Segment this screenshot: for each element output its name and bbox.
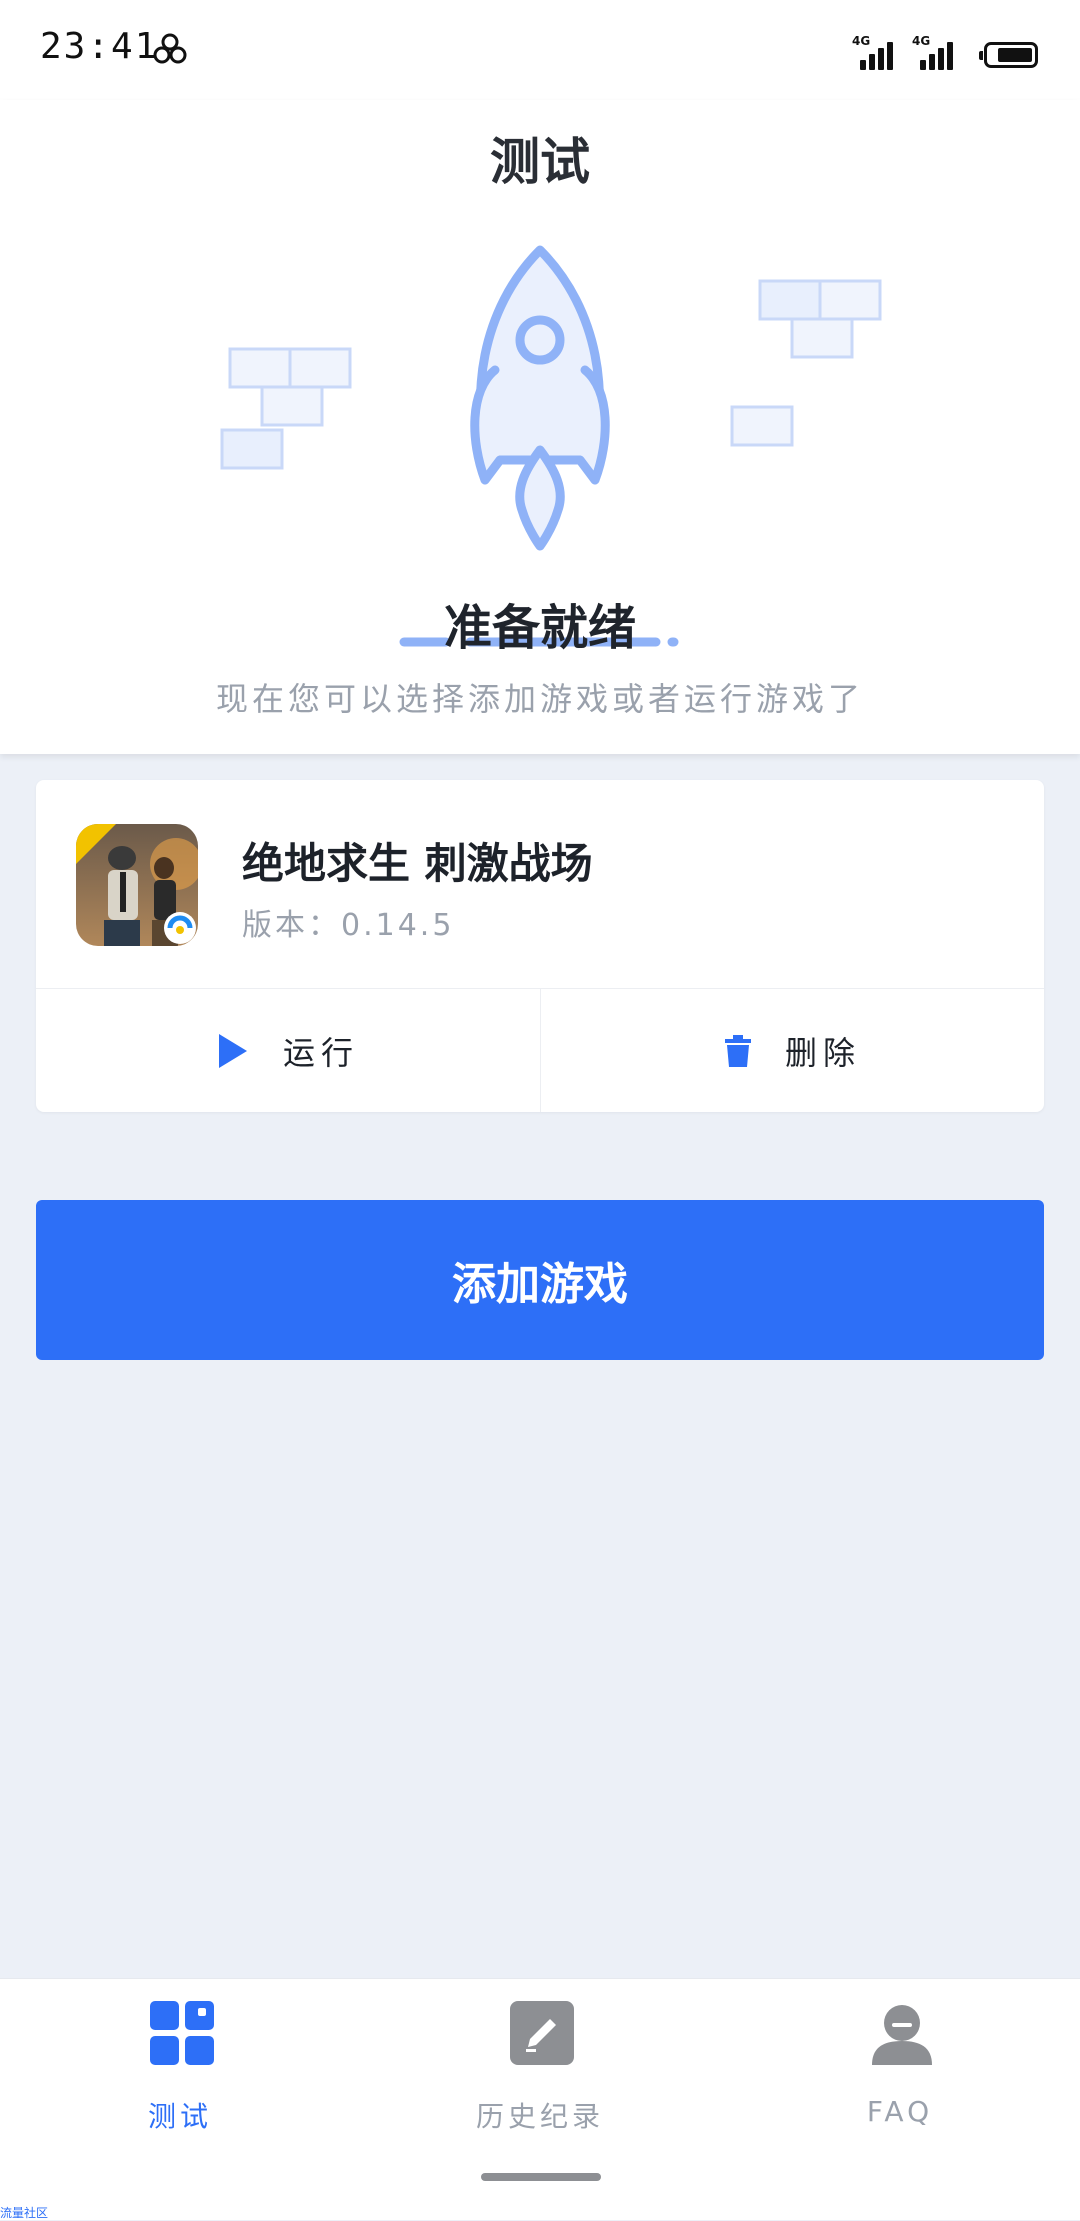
battery-icon (979, 42, 1038, 68)
ready-subtitle: 现在您可以选择添加游戏或者运行游戏了 (215, 680, 864, 718)
nav-tab-history[interactable]: 历史纪录 (440, 2001, 640, 2133)
edit-icon (510, 2001, 574, 2065)
watermark: 流量社区 (0, 2206, 49, 2220)
status-indicators: 4G 4G (852, 30, 1038, 70)
status-time: 23:41 (40, 26, 159, 67)
page-title: 测试 (490, 133, 590, 191)
header-panel: 测试 准备就绪 现在您可以选择添加游戏或者运行游戏了 (0, 100, 1080, 754)
nav-label-test: 测试 (147, 2100, 212, 2133)
game-app-icon[interactable] (76, 824, 198, 946)
status-bar: 23:41 4G 4G (0, 0, 1080, 100)
game-name: 绝地求生 刺激战场 (242, 839, 593, 888)
nav-label-faq: FAQ (866, 2095, 934, 2128)
user-icon (872, 2005, 932, 2065)
run-button[interactable]: 运行 (36, 989, 540, 1112)
nav-tab-test[interactable]: 测试 (80, 2001, 280, 2133)
delete-label: 删除 (784, 1033, 861, 1072)
run-label: 运行 (282, 1033, 359, 1072)
signal-icon: 4G (852, 34, 898, 70)
nav-label-history: 历史纪录 (475, 2100, 604, 2133)
ready-title: 准备就绪 (443, 600, 636, 656)
bottom-nav: 测试 历史纪录 FAQ (0, 1978, 1080, 2220)
game-card: 绝地求生 刺激战场 版本：0.14.5 运行 删除 (36, 780, 1044, 1112)
game-version: 版本：0.14.5 (242, 908, 455, 943)
trash-icon (724, 1034, 751, 1067)
home-indicator[interactable] (481, 2173, 601, 2181)
signal-icon: 4G (912, 34, 958, 70)
grid-icon (150, 2001, 214, 2065)
nav-tab-faq[interactable]: FAQ (800, 2001, 1000, 2131)
add-game-button[interactable]: 添加游戏 (36, 1200, 1044, 1360)
play-icon (218, 1033, 247, 1068)
clover-icon (153, 33, 187, 64)
delete-button[interactable]: 删除 (541, 989, 1045, 1112)
